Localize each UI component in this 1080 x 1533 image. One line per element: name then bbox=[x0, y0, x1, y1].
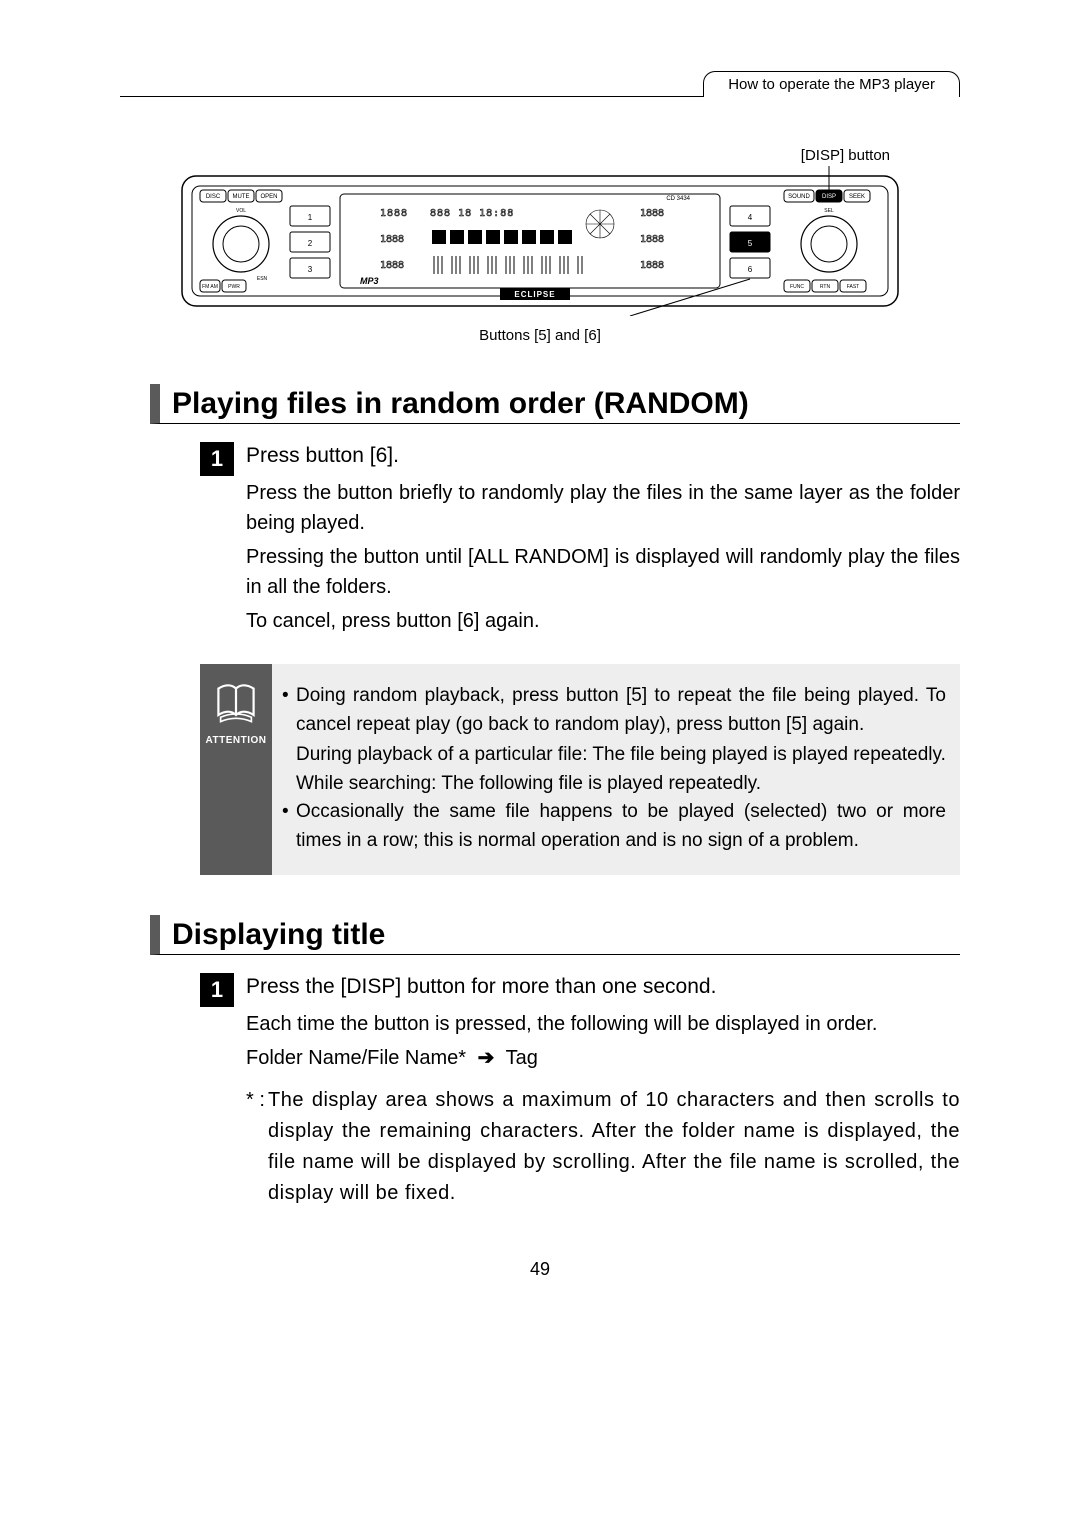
footnote-star: * : bbox=[246, 1085, 268, 1209]
svg-text:1: 1 bbox=[308, 213, 313, 222]
body-text: Press the button briefly to randomly pla… bbox=[246, 478, 960, 538]
svg-text:CD 3434: CD 3434 bbox=[666, 196, 690, 202]
section-heading-random: Playing files in random order (RANDOM) bbox=[150, 384, 960, 424]
svg-text:SOUND: SOUND bbox=[788, 194, 810, 200]
svg-text:1888: 1888 bbox=[640, 234, 664, 245]
stereo-svg: DISC MUTE OPEN VOL FM AM PWR ESN 1 bbox=[180, 166, 900, 316]
svg-text:RTN: RTN bbox=[820, 284, 831, 290]
section-heading-title: Displaying title bbox=[150, 915, 960, 955]
body-text: Pressing the button until [ALL RANDOM] i… bbox=[246, 542, 960, 602]
step-number-icon: 1 bbox=[200, 442, 234, 476]
svg-text:1888: 1888 bbox=[380, 208, 408, 219]
svg-text:SEEK: SEEK bbox=[849, 194, 865, 200]
svg-text:FM AM: FM AM bbox=[202, 284, 218, 290]
svg-text:DISC: DISC bbox=[206, 194, 221, 200]
step-title: Press button [6]. bbox=[246, 444, 960, 468]
svg-text:2: 2 bbox=[308, 239, 313, 248]
svg-text:DISP: DISP bbox=[822, 194, 836, 200]
attention-text: While searching: The following file is p… bbox=[296, 770, 946, 799]
svg-text:FAST: FAST bbox=[847, 284, 860, 290]
svg-text:1888: 1888 bbox=[640, 208, 664, 219]
svg-text:VOL: VOL bbox=[236, 208, 246, 214]
seq-item: Tag bbox=[506, 1047, 538, 1069]
attention-sidebar: ATTENTION bbox=[200, 664, 272, 875]
svg-text:ECLIPSE: ECLIPSE bbox=[514, 290, 555, 299]
disp-button-callout: [DISP] button bbox=[120, 147, 890, 164]
svg-text:FUNC: FUNC bbox=[790, 284, 804, 290]
attention-text: Doing random playback, press button [5] … bbox=[296, 682, 946, 739]
svg-text:MP3: MP3 bbox=[360, 276, 379, 286]
footnote: * : The display area shows a maximum of … bbox=[246, 1085, 960, 1209]
buttons-5-6-callout: Buttons [5] and [6] bbox=[180, 327, 900, 344]
car-stereo-diagram: DISC MUTE OPEN VOL FM AM PWR ESN 1 bbox=[180, 166, 900, 321]
page-number: 49 bbox=[120, 1259, 960, 1280]
attention-content: • Doing random playback, press button [5… bbox=[272, 664, 960, 875]
svg-text:1888: 1888 bbox=[380, 260, 404, 271]
attention-label: ATTENTION bbox=[200, 735, 272, 746]
svg-text:SEL: SEL bbox=[824, 208, 834, 214]
step-title: Press the [DISP] button for more than on… bbox=[246, 975, 960, 999]
body-text: To cancel, press button [6] again. bbox=[246, 606, 960, 636]
svg-text:OPEN: OPEN bbox=[260, 194, 277, 200]
book-icon bbox=[214, 682, 258, 726]
step-1-title: 1 Press the [DISP] button for more than … bbox=[200, 971, 960, 1209]
svg-text:6: 6 bbox=[748, 265, 753, 274]
svg-text:ESN: ESN bbox=[257, 276, 268, 282]
attention-box: ATTENTION • Doing random playback, press… bbox=[200, 664, 960, 875]
step-1-random: 1 Press button [6]. Press the button bri… bbox=[200, 440, 960, 640]
svg-text:PWR: PWR bbox=[228, 284, 240, 290]
bullet-icon: • bbox=[282, 682, 296, 739]
footnote-text: The display area shows a maximum of 10 c… bbox=[268, 1085, 960, 1209]
header-tab: How to operate the MP3 player bbox=[703, 71, 960, 97]
svg-text:1888: 1888 bbox=[380, 234, 404, 245]
seq-item: Folder Name/File Name* bbox=[246, 1047, 466, 1069]
manual-page: How to operate the MP3 player [DISP] but… bbox=[0, 0, 1080, 1320]
body-text: Each time the button is pressed, the fol… bbox=[246, 1009, 960, 1039]
svg-text:1888: 1888 bbox=[640, 260, 664, 271]
step-number-icon: 1 bbox=[200, 973, 234, 1007]
svg-text:MUTE: MUTE bbox=[233, 194, 250, 200]
header-bar: How to operate the MP3 player bbox=[120, 70, 960, 97]
svg-text:3: 3 bbox=[308, 265, 313, 274]
attention-text: Occasionally the same file happens to be… bbox=[296, 798, 946, 855]
attention-text: During playback of a particular file: Th… bbox=[296, 741, 946, 770]
bullet-icon: • bbox=[282, 798, 296, 855]
display-sequence: Folder Name/File Name* ➔ Tag bbox=[246, 1043, 960, 1073]
arrow-icon: ➔ bbox=[478, 1047, 495, 1069]
svg-text:5: 5 bbox=[748, 239, 753, 248]
svg-text:888 18 18:88: 888 18 18:88 bbox=[430, 208, 514, 219]
svg-text:4: 4 bbox=[748, 213, 753, 222]
